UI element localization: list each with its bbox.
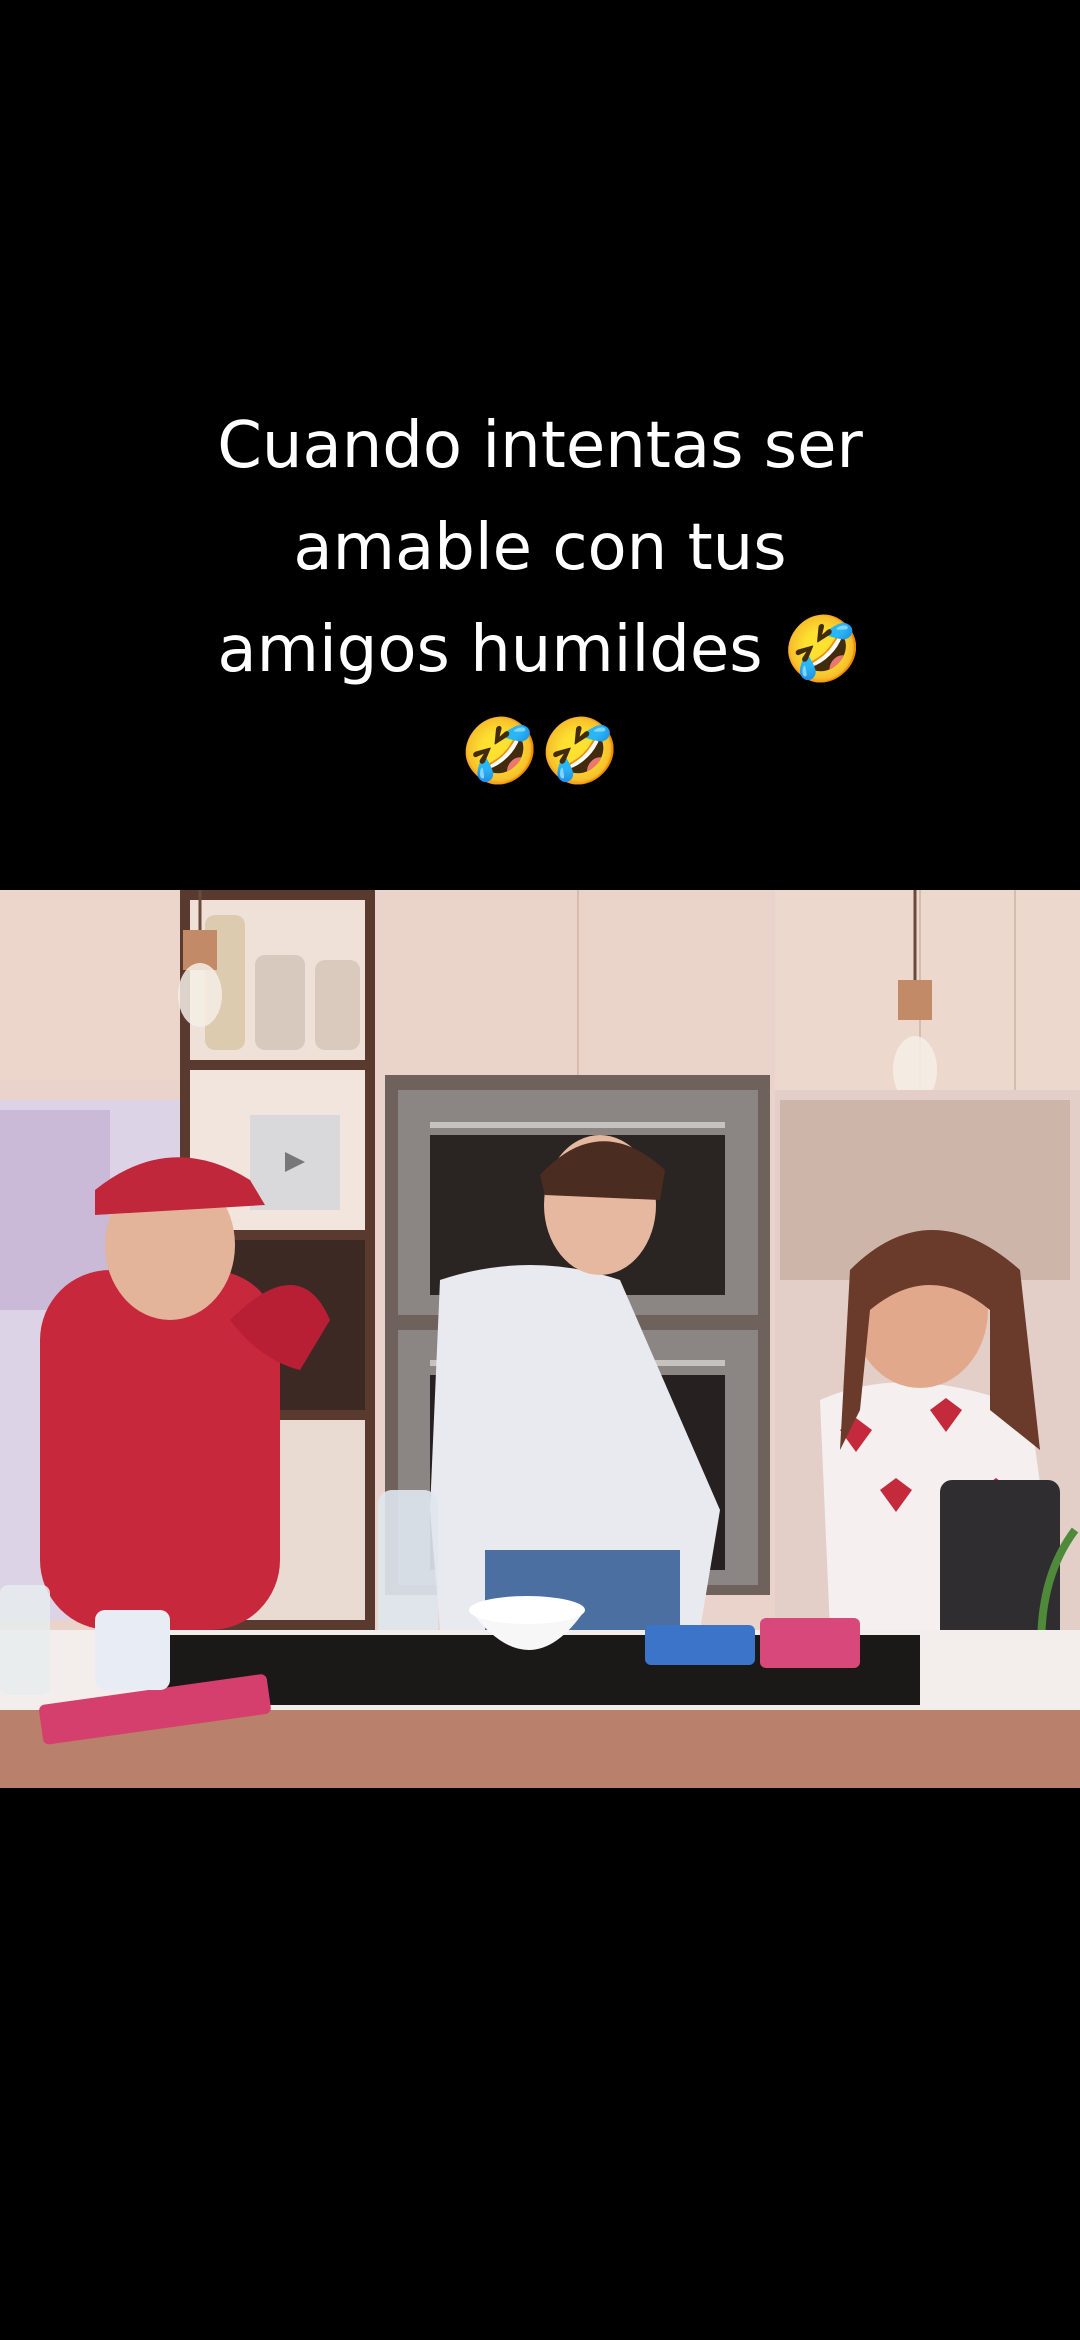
kitchen-scene	[0, 890, 1080, 1788]
caption-line-3: amigos humildes 🤣	[217, 613, 863, 687]
jar	[315, 960, 360, 1050]
caption-line-4: 🤣🤣	[460, 715, 620, 789]
jar	[255, 955, 305, 1050]
caption-line-1: Cuando intentas ser	[217, 409, 863, 483]
caption-line-2: amable con tus	[293, 511, 787, 585]
upper-cabinet-left	[0, 890, 180, 1080]
snack-bag	[760, 1618, 860, 1668]
video-frame[interactable]	[0, 890, 1080, 1788]
glass	[0, 1585, 50, 1695]
snack-bag	[645, 1625, 755, 1665]
pendant-lamp-right	[898, 980, 932, 1020]
container	[95, 1610, 170, 1690]
water-bottle	[378, 1490, 438, 1650]
video-caption: Cuando intentas ser amable con tus amigo…	[0, 395, 1080, 803]
